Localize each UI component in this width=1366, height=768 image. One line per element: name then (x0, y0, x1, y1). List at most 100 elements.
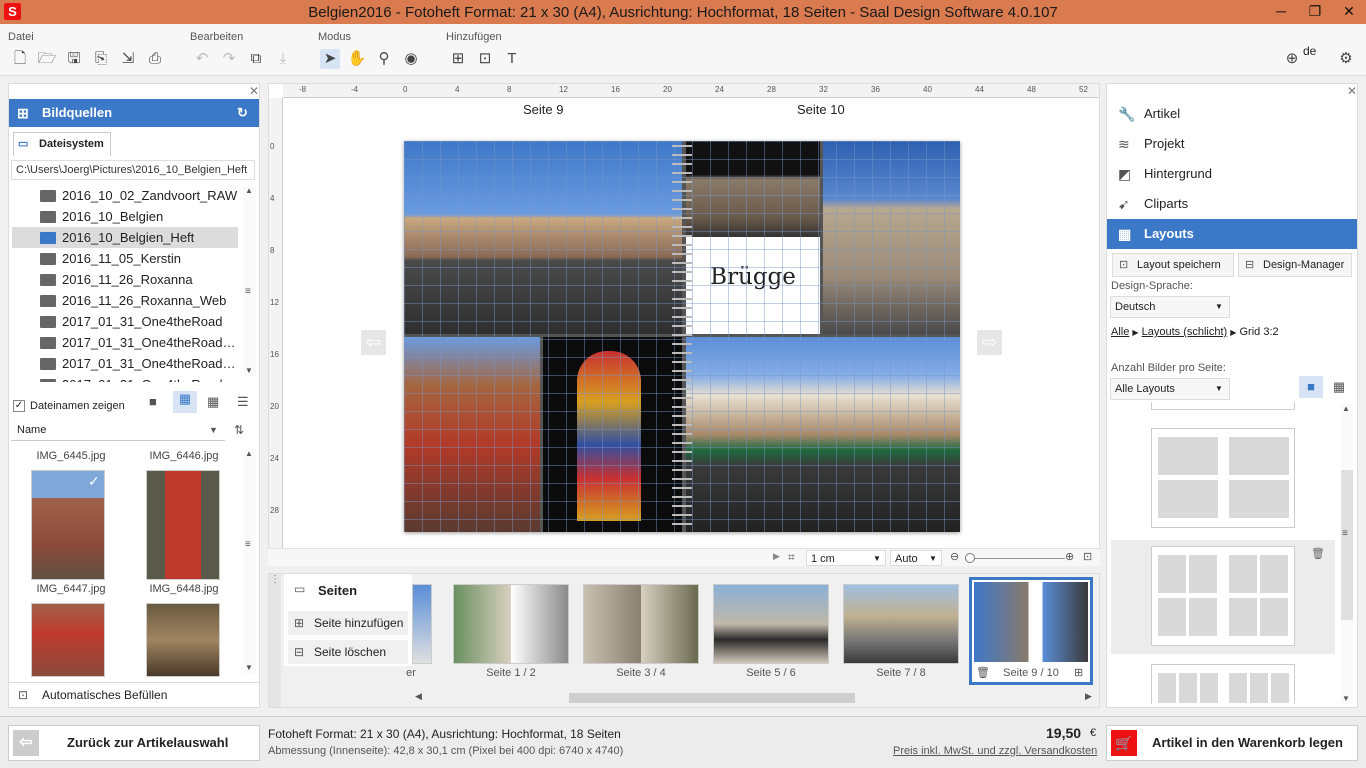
layout-card[interactable] (1151, 664, 1295, 704)
delete-page-button[interactable]: ⊟ Seite löschen (288, 640, 408, 664)
zoom-select[interactable]: Auto ▼ (890, 550, 942, 566)
hand-icon[interactable]: ✋ (347, 49, 367, 69)
add-to-cart-button[interactable]: 🛒 Artikel in den Warenkorb legen (1106, 725, 1358, 761)
breadcrumb-link-alle[interactable]: Alle (1111, 326, 1129, 338)
breadcrumb-link-schlicht[interactable]: Layouts (schlicht) (1142, 326, 1228, 338)
add-grid-frame-icon[interactable]: ⊡ (475, 49, 495, 69)
sort-direction-icon[interactable]: ⇅ (234, 423, 244, 437)
save-icon[interactable]: 🖫 (64, 49, 84, 69)
add-text-icon[interactable]: T (502, 49, 522, 69)
print-icon[interactable]: ⎙ (145, 49, 165, 69)
back-to-articles-button[interactable]: ⇦ Zurück zur Artikelauswahl (8, 725, 260, 761)
photo-thumbnail[interactable] (146, 470, 220, 580)
photo-frame-stained-glass[interactable] (543, 337, 682, 532)
zoom-slider-handle[interactable] (965, 553, 975, 563)
sidebar-item-projekt[interactable]: ≋ Projekt (1107, 129, 1357, 159)
photo-frame-street[interactable] (823, 141, 960, 334)
next-page-arrow-icon[interactable]: ⇨ (977, 330, 1002, 355)
strip-scroll-thumb[interactable] (569, 693, 855, 703)
folder-item[interactable]: 2017_01_31_One4theRoad… (12, 332, 238, 353)
sidebar-item-hintergrund[interactable]: ◩ Hintergrund (1107, 159, 1357, 189)
close-icon[interactable]: ✕ (1332, 0, 1366, 24)
view-medium-icon[interactable]: ▦ (173, 391, 197, 413)
page-add-icon[interactable]: ⊞ (1074, 666, 1083, 679)
export-icon[interactable]: ⇲ (118, 49, 138, 69)
auto-fill-button[interactable]: ⊡ Automatisches Befüllen (9, 682, 259, 707)
layout-card-partial[interactable] (1151, 402, 1295, 410)
zoom-in-icon[interactable]: ⊕ (1065, 550, 1074, 563)
photo-frame-square-panorama[interactable] (686, 337, 960, 532)
open-folder-icon[interactable]: 🗁 (37, 49, 57, 69)
grid-size-select[interactable]: 1 cm ▼ (806, 550, 886, 566)
zoom-slider[interactable] (965, 558, 1065, 559)
sidebar-item-cliparts[interactable]: ➹ Cliparts (1107, 189, 1357, 219)
redo-icon[interactable]: ↷ (219, 49, 239, 69)
add-page-button[interactable]: ⊞ Seite hinzufügen (288, 611, 408, 635)
delete-layout-icon[interactable]: 🗑 (1311, 547, 1325, 560)
copy-icon[interactable]: ⧉ (246, 49, 266, 69)
photo-thumbnail[interactable]: ✓ (31, 470, 105, 580)
page-thumb[interactable] (843, 584, 959, 664)
folder-item[interactable]: 2016_11_05_Kerstin (12, 248, 238, 269)
folder-item[interactable]: 2016_11_26_Roxanna (12, 269, 238, 290)
sidebar-item-artikel[interactable]: 🔧 Artikel (1107, 99, 1357, 129)
fit-page-icon[interactable]: ⊡ (1083, 550, 1092, 563)
photo-frame-market-square[interactable] (404, 141, 682, 334)
path-field[interactable]: C:\Users\Joerg\Pictures\2016_10_Belgien_… (11, 160, 255, 180)
folder-item[interactable]: 2017_01_31_One4theRoad (12, 374, 238, 382)
page-thumb[interactable] (583, 584, 699, 664)
panel-close-icon[interactable]: ✕ (1347, 84, 1357, 98)
strip-collapse-handle[interactable]: ⋮ (269, 574, 281, 707)
select-pointer-icon[interactable]: ➤ (320, 49, 340, 69)
view-list-icon[interactable]: ☰ (237, 394, 249, 410)
strip-scrollbar[interactable]: ◀ ▶ (415, 691, 1095, 705)
new-file-icon[interactable]: 🗋 (10, 49, 30, 69)
folder-item[interactable]: 2016_10_Belgien (12, 206, 238, 227)
layouts-scrollbar[interactable]: ▲ ≡ ▼ (1341, 404, 1353, 704)
undo-icon[interactable]: ↶ (192, 49, 212, 69)
folder-item[interactable]: 2016_11_26_Roxanna_Web (12, 290, 238, 311)
save-layout-button[interactable]: ⊡ Layout speichern (1112, 253, 1234, 277)
view-single-icon[interactable]: ■ (1299, 376, 1323, 398)
language-label[interactable]: de (1303, 44, 1316, 58)
thumb-scrollbar[interactable]: ▲ ≡ ▼ (244, 449, 256, 674)
folder-item[interactable]: 2016_10_02_Zandvoort_RAW (12, 185, 238, 206)
grid-icon[interactable]: ⌗ (788, 550, 795, 565)
globe-icon[interactable]: ⊕ (1282, 49, 1302, 69)
layout-card[interactable] (1151, 546, 1295, 646)
prev-page-arrow-icon[interactable]: ⇦ (361, 330, 386, 355)
paste-icon[interactable]: ⤓ (273, 49, 293, 69)
page-thumb-selected[interactable]: 🗑 Seite 9 / 10 ⊞ (969, 577, 1093, 685)
page-thumb[interactable] (453, 584, 569, 664)
show-names-checkbox[interactable]: ✓ (13, 400, 25, 412)
save-as-icon[interactable]: ⎘ (91, 49, 111, 69)
panel-close-icon[interactable]: ✕ (249, 84, 259, 98)
photo-frame-building[interactable] (686, 141, 820, 237)
design-language-select[interactable]: Deutsch ▼ (1110, 296, 1230, 318)
sidebar-item-layouts[interactable]: ▦ Layouts (1107, 219, 1357, 249)
tab-filesystem[interactable]: ▭ Dateisystem (13, 132, 111, 156)
folder-scrollbar[interactable]: ▲ ≡ ▼ (244, 186, 256, 376)
photo-thumbnail[interactable] (31, 603, 105, 677)
settings-gear-icon[interactable]: ⚙ (1336, 49, 1356, 69)
design-manager-button[interactable]: ⊟ Design-Manager (1238, 253, 1352, 277)
folder-item[interactable]: 2017_01_31_One4theRoad (12, 311, 238, 332)
preview-eye-icon[interactable]: ◉ (401, 49, 421, 69)
images-per-page-select[interactable]: Alle Layouts ▼ (1110, 378, 1230, 400)
page-thumb[interactable] (713, 584, 829, 664)
add-image-frame-icon[interactable]: ⊞ (448, 49, 468, 69)
minimize-icon[interactable]: ─ (1264, 0, 1298, 24)
zoom-icon[interactable]: ⚲ (374, 49, 394, 69)
folder-item[interactable]: 2017_01_31_One4theRoad… (12, 353, 238, 374)
text-frame[interactable]: Brügge (686, 237, 820, 334)
editor-canvas[interactable]: -8 -4 0 4 8 12 16 20 24 28 32 36 40 44 48 52 0 4 8 12 16 20 2… (268, 83, 1100, 567)
price-note-link[interactable]: Preis inkl. MwSt. und zzgl. Versandkoste… (893, 745, 1097, 757)
sort-select[interactable]: Name ▼ (11, 419, 225, 441)
folder-item[interactable]: 2016_10_Belgien_Heft (12, 227, 238, 248)
play-icon[interactable]: ▶ (773, 551, 780, 562)
photo-thumbnail[interactable] (146, 603, 220, 677)
view-large-icon[interactable]: ■ (149, 394, 157, 409)
layout-card[interactable] (1151, 428, 1295, 528)
restore-icon[interactable]: ❐ (1298, 0, 1332, 24)
view-small-icon[interactable]: ▦ (207, 394, 219, 410)
